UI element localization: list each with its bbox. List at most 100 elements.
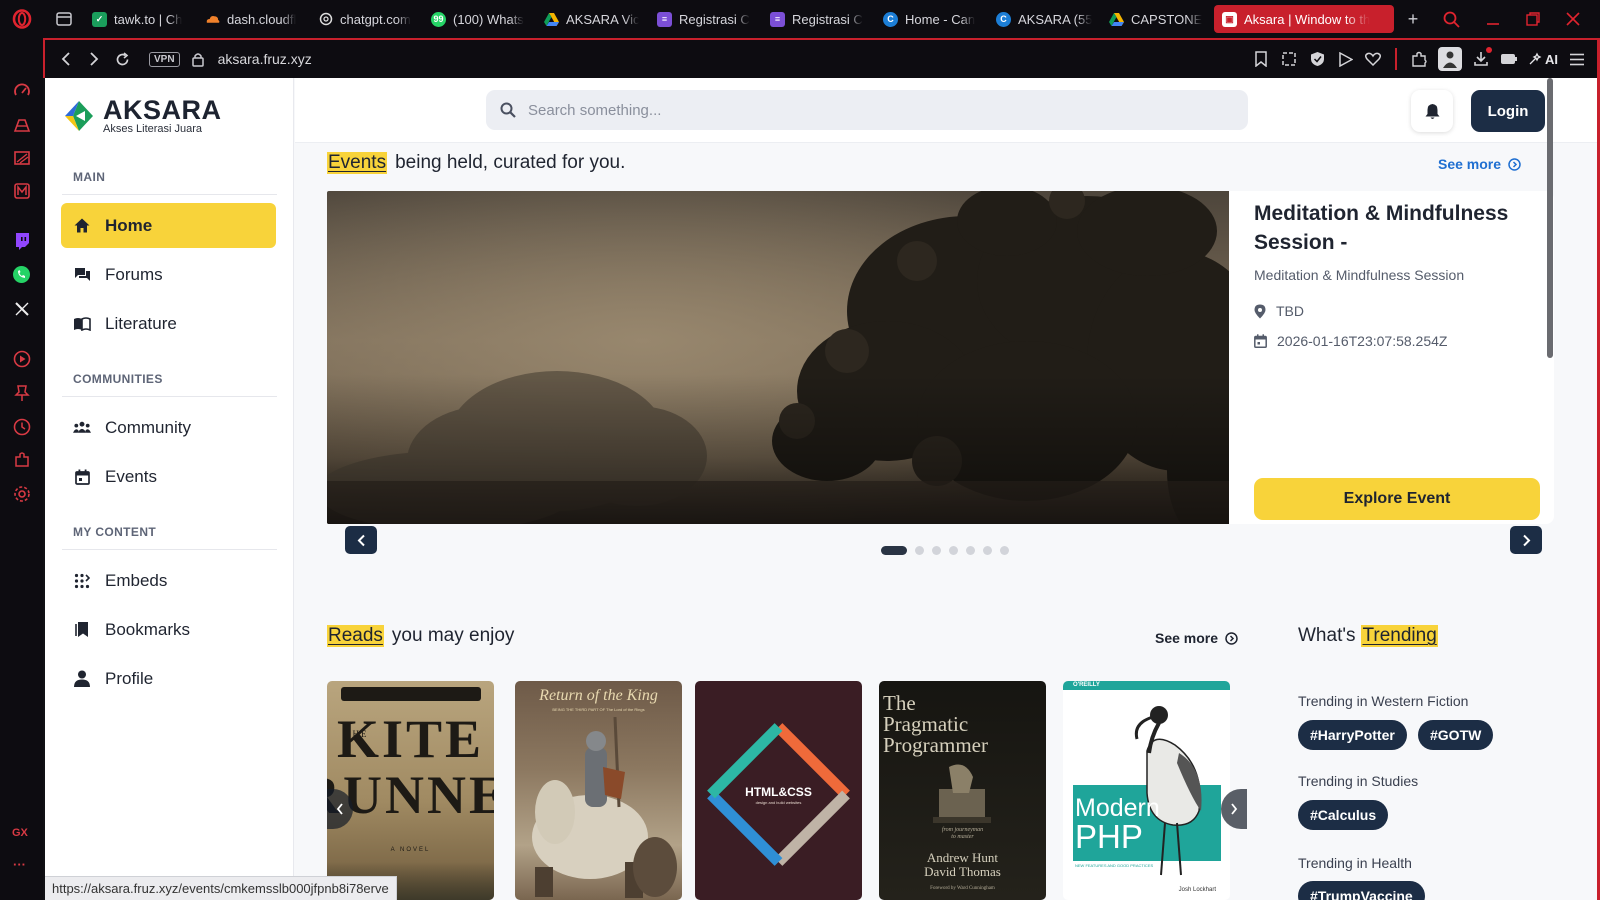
web-page: AKSARA Akses Literasi Juara MAIN Home Fo… [45, 78, 1597, 900]
sidebar-item-profile[interactable]: Profile [61, 656, 276, 701]
vpn-badge[interactable]: VPN [149, 51, 180, 67]
download-icon[interactable] [1472, 47, 1492, 68]
event-title[interactable]: Meditation & Mindfulness Session - [1254, 199, 1544, 257]
book-title: Modern PHP [1075, 795, 1160, 853]
forward-icon[interactable] [81, 46, 107, 72]
sidebar-item-label: Embeds [105, 570, 168, 590]
snapshot-icon[interactable] [1280, 50, 1298, 68]
x-twitter-icon[interactable] [12, 299, 31, 318]
sidebar-item-home[interactable]: Home [61, 203, 276, 248]
sidebar-item-events[interactable]: Events [61, 454, 276, 499]
close-icon[interactable] [1566, 12, 1580, 26]
notifications-button[interactable] [1411, 90, 1453, 132]
events-see-more-link[interactable]: See more [1438, 156, 1521, 172]
browser-tab[interactable]: C AKSARA (55 [988, 5, 1101, 33]
trending-tag[interactable]: #TrumpVaccine [1298, 881, 1425, 900]
search-tabs-icon[interactable] [1443, 11, 1460, 28]
gx-control-icon[interactable] [12, 115, 31, 134]
opera-logo-icon[interactable] [0, 0, 44, 38]
sidebar-item-bookmarks[interactable]: Bookmarks [61, 607, 276, 652]
browser-tab[interactable]: ≡ Registrasi C [762, 5, 875, 33]
login-button[interactable]: Login [1471, 90, 1545, 132]
restore-icon[interactable] [1526, 12, 1540, 26]
sidebar-item-forums[interactable]: Forums [61, 252, 276, 297]
browser-tab[interactable]: dash.cloudfl [197, 5, 310, 33]
carousel-dot[interactable] [881, 546, 907, 555]
trending-tag[interactable]: #HarryPotter [1298, 720, 1407, 750]
sidebar-item-community[interactable]: Community [61, 405, 276, 450]
music-player-icon[interactable] [12, 181, 31, 200]
carousel-dot[interactable] [1000, 546, 1009, 555]
trending-prefix: What's [1298, 625, 1356, 646]
book-title: Return of the King [539, 687, 658, 704]
event-banner-image[interactable] [327, 191, 1229, 524]
whatsapp-icon[interactable] [12, 265, 31, 284]
sidebar-item-embeds[interactable]: Embeds [61, 558, 276, 603]
battery-saver-icon[interactable] [1500, 50, 1518, 68]
settings-gear-icon[interactable] [12, 484, 31, 503]
status-bar-url: https://aksara.fruz.xyz/events/cmkemsslb… [45, 876, 397, 900]
book-cover[interactable]: The Pragmatic Programmer from journeyman… [879, 681, 1046, 900]
book-cover[interactable]: THE KITE RUNNER A NOVEL [327, 681, 494, 900]
section-label-my-content: MY CONTENT [73, 525, 157, 539]
extensions-puzzle-icon[interactable] [1410, 50, 1428, 68]
carousel-dot[interactable] [966, 546, 975, 555]
heart-icon[interactable] [1364, 50, 1382, 68]
lock-icon[interactable] [191, 52, 204, 67]
sidebar-more-icon[interactable]: ··· [13, 857, 26, 872]
aria-ai-button[interactable]: AI [1528, 52, 1558, 67]
browser-tab[interactable]: ✓ tawk.to | Ch [84, 5, 197, 33]
menu-icon[interactable] [1568, 50, 1586, 68]
reads-highlight: Reads [327, 625, 384, 647]
reads-see-more-link[interactable]: See more [1155, 630, 1238, 646]
bookmark-add-icon[interactable] [1252, 50, 1270, 68]
explore-event-button[interactable]: Explore Event [1254, 478, 1540, 520]
search-input[interactable] [528, 101, 1208, 119]
speed-dial-icon[interactable] [12, 81, 31, 100]
carousel-dot[interactable] [932, 546, 941, 555]
browser-tab[interactable]: AKSARA Vic [536, 5, 649, 33]
back-icon[interactable] [53, 46, 79, 72]
book-cover[interactable]: Return of the King BEING THE THIRD PART … [515, 681, 682, 900]
history-icon[interactable] [12, 417, 31, 436]
reload-icon[interactable] [109, 46, 135, 72]
cover-art-plane-tool [933, 764, 991, 823]
browser-tab[interactable]: C Home - Can [875, 5, 988, 33]
browser-tab[interactable]: ≡ Registrasi C [649, 5, 762, 33]
trending-tag[interactable]: #GOTW [1418, 720, 1494, 750]
section-label-main: MAIN [73, 170, 106, 184]
book-cover[interactable]: HTML&CSS design and build websites [695, 681, 862, 900]
profile-avatar[interactable] [1438, 47, 1462, 71]
browser-tab[interactable]: CAPSTONE [1101, 5, 1214, 33]
brand-logo[interactable]: AKSARA Akses Literasi Juara [63, 96, 222, 135]
tab-workspace-icon[interactable] [44, 0, 84, 38]
browser-tab[interactable]: chatgpt.com [310, 5, 423, 33]
book-cover[interactable]: O'REILLY Modern PHP NEW FEATURES AND GOO… [1063, 681, 1230, 900]
search-bar[interactable] [486, 90, 1248, 130]
minimize-icon[interactable] [1486, 12, 1500, 26]
send-icon[interactable] [1336, 50, 1354, 68]
calendar-icon [73, 468, 91, 486]
whatsapp-icon: 99 [431, 11, 446, 27]
book-open-icon [73, 315, 91, 333]
url-field[interactable]: aksara.fruz.xyz [218, 51, 312, 67]
carousel-dot[interactable] [915, 546, 924, 555]
new-tab-button[interactable]: + [1400, 6, 1426, 32]
carousel-dot[interactable] [949, 546, 958, 555]
sidebar-item-label: Forums [105, 264, 163, 284]
carousel-next-button[interactable] [1510, 526, 1542, 554]
carousel-dot[interactable] [983, 546, 992, 555]
page-scrollbar[interactable] [1547, 78, 1553, 358]
carousel-prev-button[interactable] [345, 526, 377, 554]
adblock-shield-icon[interactable] [1308, 50, 1326, 68]
browser-tab[interactable]: 99 (100) Whats [423, 5, 536, 33]
pinboard-icon[interactable] [12, 383, 31, 402]
twitch-icon[interactable] [12, 231, 31, 250]
browser-tab-active[interactable]: ▣ Aksara | Window to th [1214, 5, 1394, 33]
trending-tag[interactable]: #Calculus [1298, 800, 1389, 830]
extensions-icon[interactable] [12, 450, 31, 469]
gx-cleaner-icon[interactable] [12, 148, 31, 167]
gx-corner-label[interactable]: GX [12, 827, 28, 839]
sidebar-item-literature[interactable]: Literature [61, 301, 276, 346]
player-icon[interactable] [12, 349, 31, 368]
